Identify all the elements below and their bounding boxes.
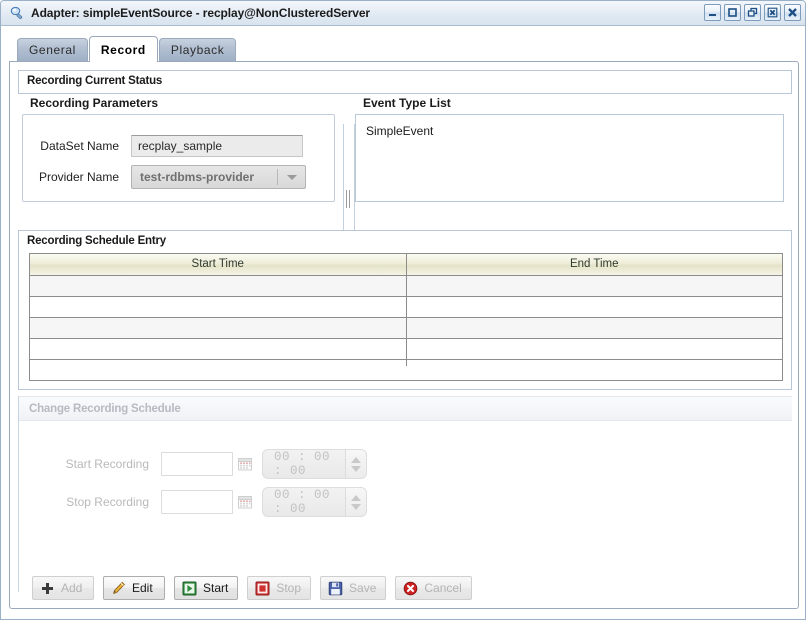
stop-recording-date-input[interactable] [161,490,233,514]
stepper-down-icon[interactable] [351,465,361,472]
start-button[interactable]: Start [174,576,239,600]
table-row[interactable] [30,275,782,297]
edit-button[interactable]: Edit [103,576,165,600]
recording-current-status-title: Recording Current Status [27,75,163,87]
stop-button[interactable]: Stop [247,576,312,600]
close-document-button[interactable] [764,4,781,21]
calendar-icon[interactable] [238,457,252,471]
add-button-label: Add [61,581,83,595]
action-button-bar: Add Edit Start Stop Save Cancel [18,576,472,602]
dataset-name-label: DataSet Name [40,139,119,153]
stop-icon [255,581,270,596]
adapter-icon [9,5,25,21]
record-tab-panel: Recording Current Status Recording Param… [9,61,799,609]
cell-start-time[interactable] [30,338,407,360]
cancel-button-label: Cancel [424,581,462,595]
window-title: Adapter: simpleEventSource - recplay@Non… [31,6,370,20]
chevron-down-icon [287,175,297,180]
start-recording-row: Start Recording 00: 00: 00 [53,449,367,479]
stepper-up-icon[interactable] [351,456,361,463]
recording-schedule-entry-group: Recording Schedule Entry Start Time End … [18,230,792,390]
provider-name-select[interactable]: test-rdbms-provider [131,165,306,189]
stop-time-stepper[interactable] [345,488,366,516]
dataset-name-row: DataSet Name recplay_sample [33,135,303,157]
save-button-label: Save [349,581,377,595]
start-recording-date-input[interactable] [161,452,233,476]
change-recording-schedule-title: Change Recording Schedule [29,402,181,415]
floppy-icon [328,581,343,596]
stepper-down-icon[interactable] [351,503,361,510]
start-recording-time-value[interactable]: 00 : 00 : 00 [263,450,345,478]
edit-button-label: Edit [132,581,153,595]
maximize-button[interactable] [724,4,741,21]
pencil-icon [111,581,126,596]
recording-current-status-group: Recording Current Status [18,70,792,94]
close-window-button[interactable] [784,4,801,21]
stop-recording-row: Stop Recording 00: 00: 00 [53,487,367,517]
filler-cell [406,359,782,366]
stop-button-label: Stop [276,581,302,595]
cell-start-time[interactable] [30,296,407,318]
start-recording-time-spinner[interactable]: 00 : 00 : 00 [262,449,367,479]
table-row[interactable] [30,296,782,318]
change-recording-schedule-group: Change Recording Schedule Start Recordin… [18,396,792,592]
table-row[interactable] [30,317,782,339]
minimize-button[interactable] [704,4,721,21]
recording-parameters-group: DataSet Name recplay_sample Provider Nam… [22,114,335,202]
provider-name-label: Provider Name [38,170,119,184]
tab-playback[interactable]: Playback [158,38,237,61]
plus-icon [40,581,55,596]
column-header-start-time[interactable]: Start Time [30,254,407,276]
provider-name-value: test-rdbms-provider [140,170,255,184]
title-bar: Adapter: simpleEventSource - recplay@Non… [1,1,805,26]
window-controls [704,4,801,21]
stop-recording-label: Stop Recording [66,495,149,509]
cell-end-time[interactable] [406,275,782,297]
event-type-list-label: Event Type List [363,96,451,110]
recording-parameters-label: Recording Parameters [30,96,159,110]
cell-end-time[interactable] [406,296,782,318]
list-item[interactable]: SimpleEvent [366,123,783,139]
cell-end-time[interactable] [406,317,782,339]
save-button[interactable]: Save [320,576,387,600]
table-header-row: Start Time End Time [30,254,782,276]
tab-record[interactable]: Record [88,36,158,62]
table-filler-row [30,359,782,366]
tab-general[interactable]: General [17,38,88,61]
column-header-end-time[interactable]: End Time [406,254,782,276]
start-recording-label: Start Recording [65,457,149,471]
restore-button[interactable] [744,4,761,21]
stop-recording-time-value[interactable]: 00 : 00 : 00 [263,488,345,516]
event-type-list[interactable]: SimpleEvent [355,114,784,202]
cancel-button[interactable]: Cancel [395,576,472,600]
start-time-stepper[interactable] [345,450,366,478]
filler-cell [30,359,407,366]
cell-start-time[interactable] [30,275,407,297]
start-button-label: Start [203,581,229,595]
play-icon [182,581,197,596]
dataset-name-input[interactable]: recplay_sample [131,135,303,157]
add-button[interactable]: Add [32,576,94,600]
stepper-up-icon[interactable] [351,494,361,501]
schedule-table: Start Time End Time [30,254,782,366]
schedule-table-wrapper: Start Time End Time [29,253,783,381]
table-row[interactable] [30,338,782,360]
cell-start-time[interactable] [30,317,407,339]
provider-name-row: Provider Name test-rdbms-provider [33,165,306,189]
tab-bar: General Record Playback [17,34,805,62]
cancel-icon [403,581,418,596]
change-recording-schedule-header: Change Recording Schedule [19,397,792,421]
cell-end-time[interactable] [406,338,782,360]
calendar-icon[interactable] [238,495,252,509]
recording-schedule-entry-title: Recording Schedule Entry [27,235,166,247]
splitter-grip-icon [346,190,352,208]
adapter-window: Adapter: simpleEventSource - recplay@Non… [0,0,806,620]
combo-separator [277,169,278,185]
stop-recording-time-spinner[interactable]: 00 : 00 : 00 [262,487,367,517]
